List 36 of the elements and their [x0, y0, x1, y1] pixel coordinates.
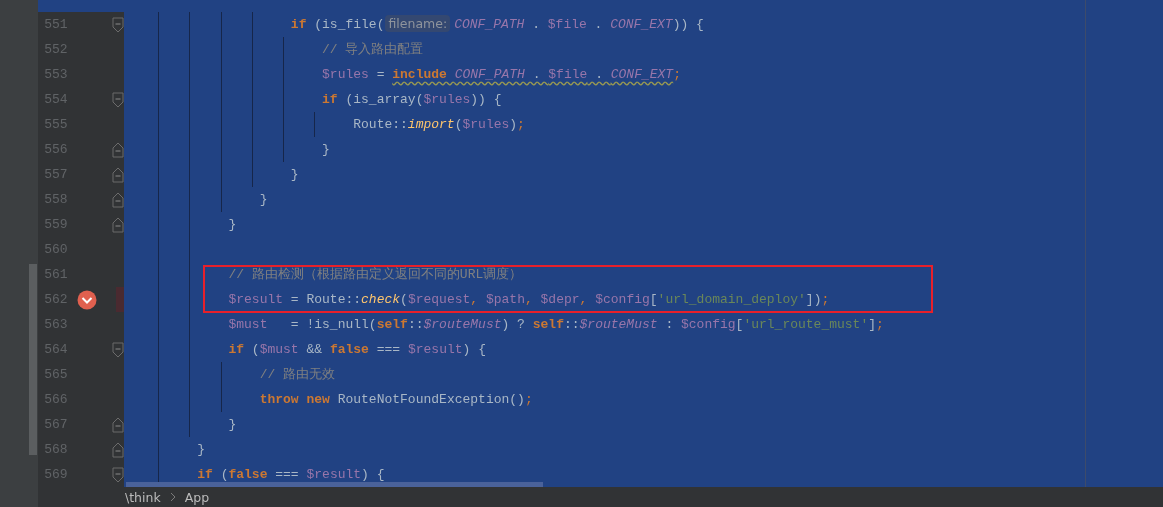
code-comment: // 路由检测（根据路由定义返回不同的URL调度）	[228, 267, 523, 282]
code-line: $must = !is_null(self::$routeMust) ? self::$routeMust : $config['url_route_must'];	[228, 317, 884, 332]
code-line: }	[290, 167, 299, 182]
code-line: }	[228, 417, 237, 432]
code-line: }	[228, 217, 237, 232]
fold-marker-icon[interactable]	[112, 191, 124, 208]
breadcrumb-item[interactable]: \think	[125, 489, 161, 505]
breakpoint-icon[interactable]	[76, 289, 97, 310]
code-line: $rules = include CONF_PATH . $file . CONF_EXT;	[322, 67, 681, 82]
code-line: throw new RouteNotFoundException();	[259, 392, 533, 407]
fold-marker-icon[interactable]	[112, 141, 124, 158]
breadcrumb-item[interactable]: App	[184, 489, 210, 505]
code-line: $result = Route::check($request, $path, $depr, $config['url_domain_deploy']);	[228, 292, 830, 307]
code-line: }	[197, 442, 206, 457]
code-line: Route::import($rules);	[353, 117, 525, 132]
scrollbar-thumb[interactable]	[29, 264, 37, 455]
fold-marker-icon[interactable]	[112, 416, 124, 433]
code-line: }	[259, 192, 268, 207]
code-line: CONF_PATH . $file . CONF_EXT)) {	[454, 17, 704, 32]
chevron-icon	[169, 492, 176, 502]
fold-marker-icon[interactable]	[112, 91, 124, 108]
code-comment: // 路由无效	[259, 367, 336, 382]
code-comment: // 导入路由配置	[322, 42, 424, 57]
parameter-hint: filename:	[385, 15, 451, 32]
code-line: if ($must && false === $result) {	[228, 342, 486, 357]
fold-marker-icon[interactable]	[112, 166, 124, 183]
code-line: if (false === $result) {	[197, 467, 385, 482]
fold-marker-icon[interactable]	[112, 466, 124, 483]
code-line: if (is_file(	[290, 17, 385, 32]
fold-marker-icon[interactable]	[112, 16, 124, 33]
code-line: }	[322, 142, 330, 157]
fold-marker-icon[interactable]	[112, 441, 124, 458]
fold-marker-icon[interactable]	[112, 341, 124, 358]
code-line: if (is_array($rules)) {	[322, 92, 502, 107]
horizontal-scrollbar[interactable]	[126, 482, 543, 487]
fold-marker-icon[interactable]	[112, 216, 124, 233]
